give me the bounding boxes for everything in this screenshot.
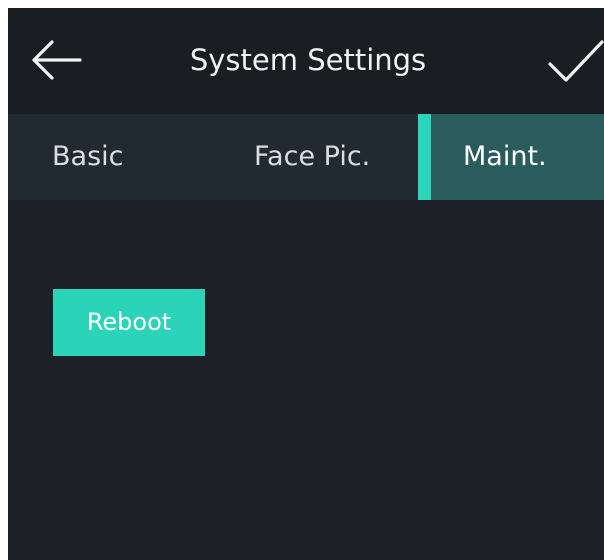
reboot-button[interactable]: Reboot xyxy=(53,289,205,356)
tab-bar: Basic Face Pic. Maint. xyxy=(8,114,604,200)
arrow-left-icon xyxy=(28,40,84,80)
checkmark-icon xyxy=(546,38,604,84)
tab-maint[interactable]: Maint. xyxy=(418,114,604,200)
tab-face-pic[interactable]: Face Pic. xyxy=(254,114,370,200)
page-title: System Settings xyxy=(189,43,427,77)
tab-maint-label: Maint. xyxy=(463,141,547,172)
tab-basic[interactable]: Basic xyxy=(52,114,123,200)
settings-screen: System Settings Basic Face Pic. Maint. R… xyxy=(8,8,604,560)
top-bar: System Settings xyxy=(8,8,604,114)
confirm-button[interactable] xyxy=(546,38,604,84)
back-button[interactable] xyxy=(28,40,84,80)
active-tab-indicator xyxy=(418,114,431,200)
